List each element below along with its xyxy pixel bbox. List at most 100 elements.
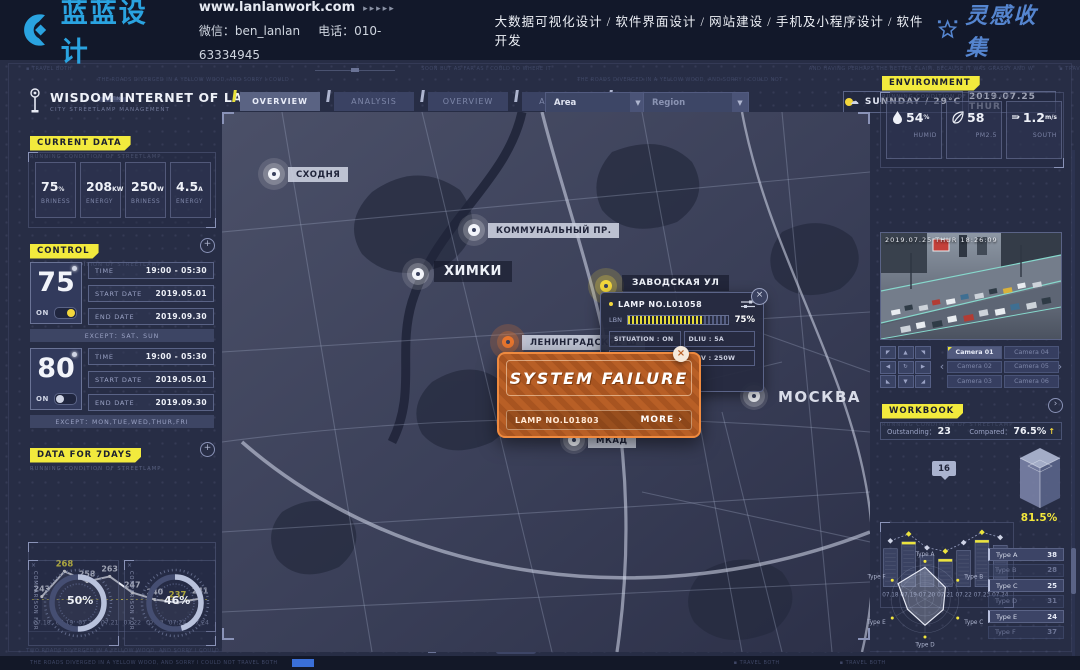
camera-04-button[interactable]: Camera 04 [1004,346,1059,359]
map-label[interactable]: ХИМКИ [434,261,512,282]
map-label[interactable]: МОСКВА [770,385,869,408]
bar-tooltip: 16 [932,461,956,476]
env-wind: 1.2m/s SOUTH [1006,101,1062,159]
panel-title-chip: WORKBOOK [882,404,963,419]
type-a-row[interactable]: Type A38 [988,548,1064,561]
svg-text:Type A: Type A [915,552,935,558]
camera-timestamp: 2019.07.25 THUR 18:26:09 [885,236,998,244]
radar-chart: Type AType BType CType DType EType F [862,544,988,656]
camera-06-button[interactable]: Camera 06 [1004,375,1059,388]
tab-analysis-1[interactable]: ANALYSIS [334,92,414,111]
panel-week-data: DATA FOR 7DAYS RUNNING CONDITION OF STRE… [30,442,161,472]
lanlan-logo-icon [18,12,53,48]
camera-01-button[interactable]: Camera 01 [947,346,1002,359]
decor-slider[interactable] [315,70,395,71]
cube-3d-icon [1018,446,1062,510]
gauge-panel-1: × COMPARISON FOR 50% [28,560,119,646]
map-label[interactable]: КОММУНАЛЬНЫЙ ПР. [488,223,619,238]
camera-05-button[interactable]: Camera 05 [1004,361,1059,374]
cube-percentage: 81.5% [1016,512,1062,524]
brightness-box-2: 80 ON [30,348,82,410]
env-pm25: 58 PM2.5 [946,101,1002,159]
droplet-icon [892,111,903,124]
add-control-button[interactable]: + [200,238,215,253]
contact-block: www.lanlanwork.com▸▸▸▸▸ 微信：ben_lanlan电话：… [199,0,435,66]
pan-up-left-button[interactable]: ◤ [880,346,896,359]
map-label[interactable]: СХОДНЯ [288,167,348,182]
pan-up-button[interactable]: ▲ [898,346,914,359]
collect-label: 灵感收集 [965,0,1058,62]
region-select[interactable]: Region ▼ [643,92,749,113]
start-date-row: START DATE2019.05.01 [88,285,214,302]
svg-text:Type F: Type F [867,575,886,581]
type-b-row[interactable]: Type B28 [988,564,1064,577]
status-dot [609,302,613,306]
except-bar-2: EXCEPT：MON,TUE,WED,THUR,FRI [30,415,214,428]
trend-up-icon: ↑ [1048,427,1055,436]
camera-02-button[interactable]: Camera 02 [947,361,1002,374]
env-humidity: 54% HUMID [886,101,942,159]
scrollbar-thumb[interactable] [1071,548,1076,594]
arrows-decor: ▸▸▸▸▸ [363,4,396,14]
expand-week-button[interactable]: + [200,442,215,457]
map-pin-kommunalny[interactable] [463,219,485,241]
brightness-bar[interactable] [627,315,729,325]
pan-left-button[interactable]: ◀ [880,361,896,374]
lamp-name: LAMP NO.L01058 [618,300,702,309]
workbook-next-button[interactable]: › [1048,398,1063,413]
pan-down-left-button[interactable]: ◣ [880,375,896,388]
app-root: 蓝蓝设计 www.lanlanwork.com▸▸▸▸▸ 微信：ben_lanl… [0,0,1080,670]
svg-text:Type D: Type D [914,643,935,649]
time-row: TIME19:00 - 05:30 [88,348,214,365]
outstanding-value: 23 [938,426,951,437]
map-pin-khimki[interactable] [407,263,429,285]
gauge-label: COMPARISON FOR [128,571,134,631]
brightness-box-1: 75 ON [30,262,82,324]
brand-logo[interactable]: 蓝蓝设计 [18,0,173,69]
camera-03-button[interactable]: Camera 03 [947,375,1002,388]
type-e-row[interactable]: Type E24 [988,610,1064,623]
cube-indicator [1018,446,1062,514]
tab-overview-2[interactable]: OVERVIEW [428,92,508,111]
close-icon[interactable]: × [751,288,768,305]
pan-down-right-button[interactable]: ◢ [915,375,931,388]
type-f-row[interactable]: Type F37 [988,626,1064,639]
footer-text: THE ROADS DIVERGED IN A YELLOW WOOD, AND… [30,660,278,666]
failure-title: SYSTEM FAILURE [510,369,689,388]
wind-icon [1012,112,1020,123]
except-bar-1: EXCEPT：SAT、SUN [30,329,214,342]
lamp-dot-icon [72,352,77,357]
time-row: TIME19:00 - 05:30 [88,262,214,279]
type-d-row[interactable]: Type D31 [988,595,1064,608]
brand-name: 蓝蓝设计 [61,0,173,69]
decor-check: ▪ TRAVEL BOTH [1059,66,1080,72]
traffic-scene [881,233,1061,339]
area-select[interactable]: Area ▼ [545,92,647,113]
pan-down-button[interactable]: ▼ [898,375,914,388]
on-label: ON [36,309,49,317]
panel-subtitle: RUNNING CONDITION OF STREETLAMP [30,466,161,472]
map-pin-skhodnya[interactable] [263,163,285,185]
camera-feed[interactable] [880,232,1062,340]
website-link[interactable]: www.lanlanwork.com [199,0,355,15]
gauge-value: 46% [164,594,190,607]
map-pin-leningradskoe[interactable] [497,331,519,353]
promo-banner: 蓝蓝设计 www.lanlanwork.com▸▸▸▸▸ 微信：ben_lanl… [0,0,1080,60]
chevron-down-icon: ▼ [732,93,748,112]
streetlamp-icon [28,88,42,114]
compared-label: Compared： [969,426,1011,436]
map-label[interactable]: ЗАВОДСКАЯ УЛ [622,275,729,291]
gauge-label: COMPARISON FOR [32,571,38,631]
type-c-row[interactable]: Type C25 [988,579,1064,592]
pan-right-button[interactable]: ▶ [915,361,931,374]
schedule-toggle-2[interactable] [54,393,77,405]
more-button[interactable]: MORE › [640,415,683,425]
end-date-row: END DATE2019.09.30 [88,308,214,325]
tab-overview-1[interactable]: OVERVIEW [240,92,320,111]
inspiration-collect[interactable]: 灵感收集 [936,0,1058,62]
services-list: 大数据可视化设计 / 软件界面设计 / 网站建设 / 手机及小程序设计 / 软件… [495,11,936,49]
schedule-toggle-1[interactable] [54,307,77,319]
refresh-button[interactable]: ↻ [898,361,914,374]
camera-prev-button[interactable]: ‹ [938,358,946,376]
pan-up-right-button[interactable]: ◥ [915,346,931,359]
